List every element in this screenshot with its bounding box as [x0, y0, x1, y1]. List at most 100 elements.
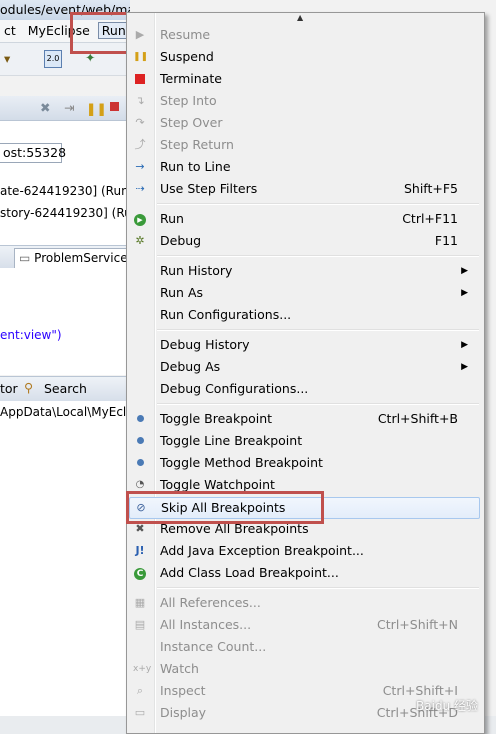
console-view: AppData\Local\MyEcli [0, 401, 130, 716]
menu-item-debug-configurations[interactable]: Debug Configurations... [127, 378, 482, 400]
menu-item-label: Toggle Breakpoint [160, 411, 273, 426]
menu-item-debug-history[interactable]: Debug History ▶ [127, 334, 482, 356]
watch-icon: x+y [133, 664, 152, 674]
references-icon: ▦ [134, 596, 146, 609]
menu-item-run-as[interactable]: Run As ▶ [127, 282, 482, 304]
disconnect-icon[interactable]: ⇥ [64, 100, 74, 115]
menu-item-label: Step Over [160, 115, 223, 130]
bottom-tabbar: tor ⚲ Search [0, 376, 130, 402]
code-line: ent:view") [0, 328, 62, 342]
menu-item-toggle-line-breakpoint[interactable]: Toggle Line Breakpoint [127, 430, 482, 452]
menu-item-step-into[interactable]: ↴ Step Into [127, 90, 482, 112]
menu-item-label: Run [160, 211, 184, 226]
menu-item-add-class-load-breakpoint[interactable]: C Add Class Load Breakpoint... [127, 562, 482, 584]
menu-separator [157, 403, 479, 405]
menu-item-resume[interactable]: ▶ Resume [127, 24, 482, 46]
menu-item-run-to-line[interactable]: → Run to Line [127, 156, 482, 178]
menu-item-label: Toggle Line Breakpoint [160, 433, 303, 448]
menu-item-label: Debug Configurations... [160, 381, 309, 396]
menu-item-instance-count[interactable]: Instance Count... [127, 636, 482, 658]
instances-icon: ▤ [134, 618, 146, 631]
menu-item-all-instances[interactable]: ▤ All Instances... Ctrl+Shift+N [127, 614, 482, 636]
launch-line-1[interactable]: ate-624419230] (Runn [0, 184, 136, 198]
submenu-arrow-icon: ▶ [461, 288, 468, 298]
menu-item-step-return[interactable]: ⤴ Step Return [127, 134, 482, 156]
editor-area[interactable]: ent:view") [0, 268, 130, 375]
menu-separator [157, 329, 479, 331]
step-return-icon: ⤴ [134, 138, 146, 151]
search-icon: ⚲ [24, 380, 34, 395]
menu-item-watch[interactable]: x+y Watch [127, 658, 482, 680]
exception-breakpoint-icon: J! [135, 544, 145, 557]
menu-item-toggle-breakpoint[interactable]: Toggle Breakpoint Ctrl+Shift+B [127, 408, 482, 430]
menu-item-label: Step Return [160, 137, 234, 152]
launch-line-2[interactable]: story-624419230] (Runn [0, 206, 147, 220]
breakpoint-icon [133, 434, 147, 448]
menu-item-label: Instance Count... [160, 639, 267, 654]
run-to-line-icon: → [135, 160, 145, 173]
menu-item-label: All Instances... [160, 617, 252, 632]
submenu-arrow-icon: ▶ [461, 340, 468, 350]
tab-problemservice[interactable]: ▭ ProblemService [14, 248, 133, 268]
inspect-icon: ⌕ [136, 684, 144, 697]
display-icon: ▭ [134, 706, 146, 719]
menu-item-toggle-method-breakpoint[interactable]: Toggle Method Breakpoint [127, 452, 482, 474]
editor-tabbar: ▭ ProblemService [0, 245, 133, 269]
server-icon[interactable]: 2.0 [44, 50, 62, 68]
menu-item-label: Resume [160, 27, 211, 42]
menu-item-label: Suspend [160, 49, 214, 64]
menu-item-step-over[interactable]: ↷ Step Over [127, 112, 482, 134]
menu-project[interactable]: ct [0, 20, 20, 42]
menu-item-run-history[interactable]: Run History ▶ [127, 260, 482, 282]
menu-item-label: Display [160, 705, 207, 720]
tab-navigator[interactable]: tor [0, 381, 18, 396]
menu-item-suspend[interactable]: ❚❚ Suspend [127, 46, 482, 68]
host-label[interactable]: ost:55328 [0, 143, 66, 163]
menu-item-label: Add Class Load Breakpoint... [160, 565, 339, 580]
menu-item-label: Run to Line [160, 159, 231, 174]
menu-item-label: Run Configurations... [160, 307, 292, 322]
highlight-skip-all-breakpoints [126, 491, 324, 524]
menu-item-label: Debug History [160, 337, 250, 352]
debug-view-header: ✖ ⇥ ❚❚ [0, 96, 130, 121]
menu-item-debug[interactable]: ✲ Debug F11 [127, 230, 482, 252]
menu-item-add-java-exception-breakpoint[interactable]: J! Add Java Exception Breakpoint... [127, 540, 482, 562]
menu-item-all-references[interactable]: ▦ All References... [127, 592, 482, 614]
menu-item-debug-as[interactable]: Debug As ▶ [127, 356, 482, 378]
run-icon: ▶ [133, 212, 147, 226]
menu-item-run-configurations[interactable]: Run Configurations... [127, 304, 482, 326]
java-file-icon: ▭ [19, 251, 31, 265]
remove-launch-icon[interactable]: ✖ [40, 100, 50, 115]
menu-item-use-step-filters[interactable]: ⇢ Use Step Filters Shift+F5 [127, 178, 482, 200]
menu-item-label: Terminate [160, 71, 222, 86]
menu-item-label: Inspect [160, 683, 206, 698]
submenu-arrow-icon: ▶ [461, 362, 468, 372]
menu-item-label: Debug As [160, 359, 221, 374]
terminate-toolbar-icon[interactable] [110, 102, 119, 111]
dropdown-arrow-icon[interactable]: ▾ [4, 51, 10, 66]
tab-search[interactable]: Search [44, 381, 87, 396]
menu-item-label: Toggle Method Breakpoint [160, 455, 323, 470]
suspend-icon: ❚❚ [133, 52, 149, 62]
step-over-icon: ↷ [135, 116, 145, 129]
submenu-arrow-icon: ▶ [461, 266, 468, 276]
menu-item-shortcut: Shift+F5 [403, 181, 458, 196]
menu-item-label: Watch [160, 661, 199, 676]
menu-item-terminate[interactable]: Terminate [127, 68, 482, 90]
code-text: ent:view") [0, 328, 62, 342]
menu-item-shortcut: F11 [434, 233, 458, 248]
step-filters-icon: ⇢ [135, 182, 145, 195]
scroll-up-icon[interactable]: ▲ [297, 13, 303, 22]
suspend-toolbar-icon[interactable]: ❚❚ [86, 101, 107, 116]
menu-item-shortcut: Ctrl+Shift+B [377, 411, 458, 426]
menu-item-label: Run As [160, 285, 204, 300]
tab-label: ProblemService [34, 251, 128, 265]
menu-item-label: Use Step Filters [160, 181, 258, 196]
terminate-icon [133, 72, 147, 86]
menu-separator [157, 587, 479, 589]
menu-item-run[interactable]: ▶ Run Ctrl+F11 [127, 208, 482, 230]
menu-item-label: Debug [160, 233, 202, 248]
menu-item-label: Run History [160, 263, 233, 278]
step-into-icon: ↴ [135, 94, 145, 107]
resume-icon: ▶ [135, 28, 145, 41]
